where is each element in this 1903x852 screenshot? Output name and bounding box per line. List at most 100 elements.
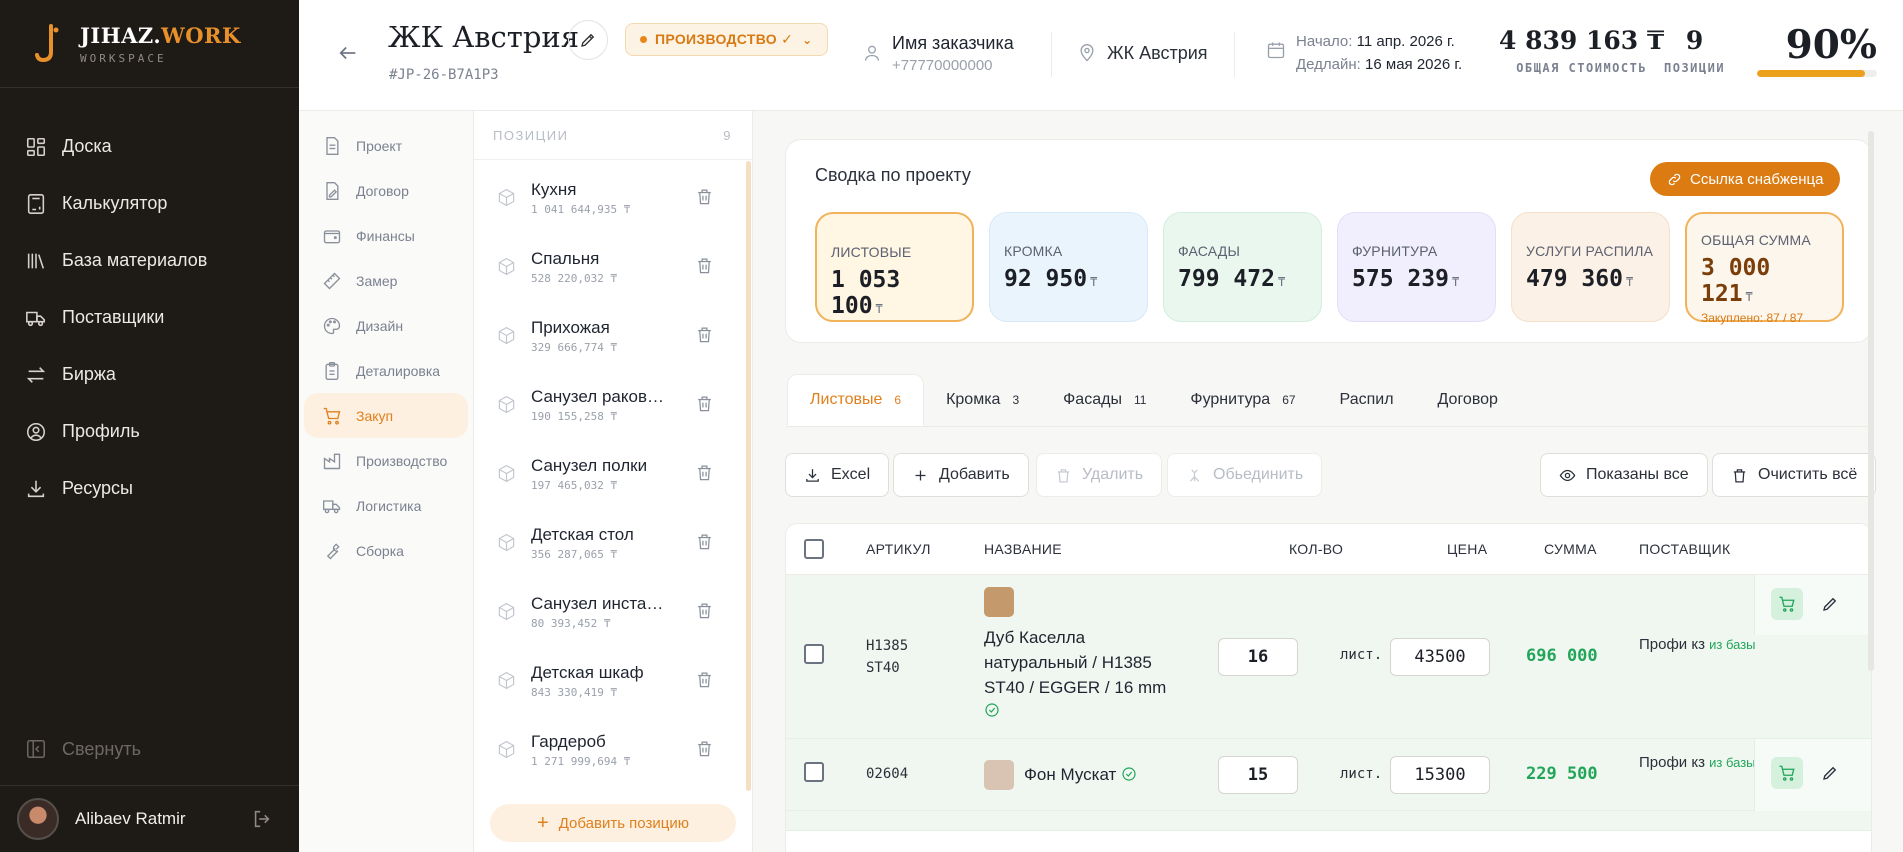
trash-icon[interactable] — [695, 463, 714, 482]
tab-count: 11 — [1133, 392, 1147, 407]
summary-card[interactable]: КРОМКА 92 950 ₸ — [989, 212, 1148, 322]
trash-icon[interactable] — [695, 670, 714, 689]
nav-item-profile[interactable]: Профиль — [0, 403, 299, 460]
col-price: ЦЕНА — [1447, 541, 1488, 557]
brand[interactable]: JIHAZ.WORK WORKSPACE — [0, 0, 299, 88]
price-input[interactable]: 15300 — [1390, 756, 1490, 794]
tab-3[interactable]: Фурнитура 67 — [1168, 374, 1317, 426]
nav-item-calculator[interactable]: Калькулятор — [0, 175, 299, 232]
trash-icon[interactable] — [695, 325, 714, 344]
subnav-item-project[interactable]: Проект — [304, 123, 468, 168]
purchase-button[interactable] — [1771, 757, 1803, 789]
summary-card[interactable]: УСЛУГИ РАСПИЛА 479 360 ₸ — [1511, 212, 1670, 322]
col-qty: КОЛ-ВО — [1289, 541, 1344, 557]
excel-button[interactable]: Excel — [785, 453, 890, 497]
price-input[interactable]: 43500 — [1390, 638, 1490, 676]
row-actions — [1754, 739, 1871, 811]
status-dropdown[interactable]: ПРОИЗВОДСТВО ✓ ⌄ — [625, 23, 828, 56]
position-sum: 190 155,258 ₸ — [531, 409, 618, 423]
position-item[interactable]: Детская стол 356 287,065 ₸ — [474, 508, 752, 577]
subnav-item-logistics[interactable]: Логистика — [304, 483, 468, 528]
supplier-link-button[interactable]: Ссылка снабженца — [1650, 162, 1841, 196]
summary-card[interactable]: ФУРНИТУРА 575 239 ₸ — [1337, 212, 1496, 322]
subnav-item-contract[interactable]: Договор — [304, 168, 468, 213]
nav-label: Поставщики — [62, 307, 165, 327]
summary-card[interactable]: ФАСАДЫ 799 472 ₸ — [1163, 212, 1322, 322]
progress-bar — [1757, 70, 1877, 77]
trash-icon[interactable] — [695, 187, 714, 206]
position-item[interactable]: Спальня 528 220,032 ₸ — [474, 232, 752, 301]
nav-item-dashboard[interactable]: Доска — [0, 118, 299, 175]
position-item[interactable]: Санузел инсталляция 80 393,452 ₸ — [474, 577, 752, 646]
subnav-item-assembly[interactable]: Сборка — [304, 528, 468, 573]
brand-name: JIHAZ.WORK — [80, 22, 241, 48]
table-row[interactable]: 02604 Фон Мускат 15 лист. 15300 229 500 … — [786, 739, 1871, 811]
trash-icon[interactable] — [695, 394, 714, 413]
nav-label: Биржа — [62, 364, 116, 384]
subnav-item-measure[interactable]: Замер — [304, 258, 468, 303]
pencil-icon[interactable] — [1821, 764, 1839, 782]
tab-5[interactable]: Договор — [1416, 374, 1520, 426]
quantity-input[interactable]: 16 — [1218, 638, 1298, 676]
logout-icon[interactable] — [251, 808, 273, 830]
nav-item-materials[interactable]: База материалов — [0, 232, 299, 289]
positions-title: ПОЗИЦИИ — [493, 127, 569, 143]
customer-info: Имя заказчика +77770000000 — [862, 33, 1014, 74]
subnav-item-detailing[interactable]: Деталировка — [304, 348, 468, 393]
show-all-button[interactable]: Показаны все — [1540, 453, 1708, 497]
positions-list: Кухня 1 041 644,935 ₸ Спальня 528 220,03… — [474, 160, 752, 784]
merge-button[interactable]: Обьединить — [1167, 453, 1323, 497]
collapse-sidebar-button[interactable]: Свернуть — [25, 738, 141, 760]
position-item[interactable]: Санузел раковина 190 155,258 ₸ — [474, 370, 752, 439]
subnav-item-production[interactable]: Производство — [304, 438, 468, 483]
summary-title: Сводка по проекту — [815, 165, 971, 185]
edit-project-button[interactable] — [568, 20, 608, 60]
position-item[interactable]: Детская шкаф 843 330,419 ₸ — [474, 646, 752, 715]
tab-1[interactable]: Кромка 3 — [924, 374, 1041, 426]
positions-scrollbar[interactable] — [746, 161, 751, 791]
delete-button[interactable]: Удалить — [1036, 453, 1163, 497]
avatar[interactable] — [17, 798, 59, 840]
add-position-button[interactable]: + Добавить позицию — [490, 804, 736, 842]
project-dates: Начало: 11 апр. 2026 г. Дедлайн: 16 мая … — [1266, 30, 1462, 76]
tab-label: Договор — [1437, 390, 1498, 408]
row-supplier: Профи кз из базы — [1639, 754, 1756, 771]
map-pin-icon — [1080, 44, 1094, 62]
trash-icon[interactable] — [695, 532, 714, 551]
row-sum: 229 500 — [1526, 764, 1598, 784]
table-row[interactable] — [786, 811, 1871, 831]
quantity-input[interactable]: 15 — [1218, 756, 1298, 794]
position-item[interactable]: Прихожая 329 666,774 ₸ — [474, 301, 752, 370]
subnav-item-design[interactable]: Дизайн — [304, 303, 468, 348]
deadline-date: Дедлайн: 16 мая 2026 г. — [1296, 56, 1463, 73]
clear-all-button[interactable]: Очистить всё — [1712, 453, 1877, 497]
trash-icon[interactable] — [695, 256, 714, 275]
back-arrow-icon[interactable] — [337, 42, 359, 64]
pencil-icon[interactable] — [1821, 595, 1839, 613]
purchase-button[interactable] — [1771, 588, 1803, 620]
position-item[interactable]: Гардероб 1 271 999,694 ₸ — [474, 715, 752, 784]
tab-0[interactable]: Листовые 6 — [787, 373, 925, 426]
subnav-item-purchase[interactable]: Закуп — [304, 393, 468, 438]
trash-icon[interactable] — [695, 601, 714, 620]
row-checkbox[interactable] — [804, 644, 824, 664]
select-all-checkbox[interactable] — [804, 539, 824, 559]
tab-4[interactable]: Распил — [1318, 374, 1416, 426]
truck-icon — [26, 311, 46, 326]
trash-icon[interactable] — [695, 739, 714, 758]
nav-item-exchange[interactable]: Биржа — [0, 346, 299, 403]
tab-2[interactable]: Фасады 11 — [1041, 374, 1168, 426]
subnav-item-finance[interactable]: Финансы — [304, 213, 468, 258]
position-item[interactable]: Кухня 1 041 644,935 ₸ — [474, 163, 752, 232]
position-name: Детская стол — [531, 524, 634, 544]
row-checkbox[interactable] — [804, 762, 824, 782]
summary-card[interactable]: ОБЩАЯ СУММА 3 000 121 ₸ Закуплено: 87 / 8… — [1685, 212, 1844, 325]
position-item[interactable]: Санузел полки 197 465,032 ₸ — [474, 439, 752, 508]
nav-item-resources[interactable]: Ресурсы — [0, 460, 299, 517]
table-row[interactable]: H1385 ST40 Дуб Каселла натуральный / H138… — [786, 575, 1871, 739]
main-scrollbar[interactable] — [1868, 131, 1874, 671]
add-button[interactable]: Добавить — [893, 453, 1029, 497]
summary-card[interactable]: ЛИСТОВЫЕ 1 053 100 ₸ — [815, 212, 974, 322]
nav-item-suppliers[interactable]: Поставщики — [0, 289, 299, 346]
brand-logo-icon — [34, 23, 60, 64]
